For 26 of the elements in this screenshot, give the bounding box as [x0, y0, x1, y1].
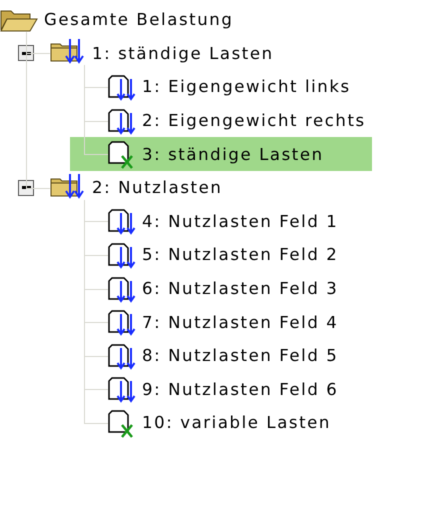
tree-item[interactable]: 7: Nutzlasten Feld 4 — [70, 305, 372, 339]
tree-item[interactable]: 4: Nutzlasten Feld 1 — [70, 204, 372, 238]
open-folder-icon — [0, 8, 38, 32]
tree-item[interactable]: 10: variable Lasten — [70, 406, 372, 440]
tree-item[interactable]: 2: Nutzlasten — [50, 170, 222, 205]
load-case-icon — [108, 240, 136, 269]
load-case-icon — [108, 106, 136, 135]
load-case-icon — [108, 72, 136, 101]
load-case-icon — [108, 308, 136, 336]
load-case-icon — [108, 375, 136, 404]
tree-item[interactable]: Gesamte Belastung — [0, 3, 234, 37]
load-case-icon — [108, 207, 136, 236]
load-case-icon — [108, 274, 136, 303]
load-combination-icon — [108, 408, 136, 438]
tree-item[interactable]: 3: ständige Lasten — [70, 137, 372, 171]
load-combination-icon — [108, 139, 136, 170]
load-case-icon — [108, 342, 136, 370]
tree-item[interactable]: 1: ständige Lasten — [50, 36, 274, 70]
tree-item[interactable]: 6: Nutzlasten Feld 3 — [70, 272, 372, 306]
tree-item[interactable]: 8: Nutzlasten Feld 5 — [70, 338, 372, 373]
tree-item[interactable]: 9: Nutzlasten Feld 6 — [70, 372, 372, 406]
collapse-button[interactable] — [18, 180, 34, 196]
collapse-button[interactable] — [18, 45, 34, 62]
tree-item[interactable]: 2: Eigengewicht rechts — [70, 104, 372, 138]
tree-item[interactable]: 5: Nutzlasten Feld 2 — [70, 238, 372, 272]
tree-item[interactable]: 1: Eigengewicht links — [70, 70, 372, 104]
